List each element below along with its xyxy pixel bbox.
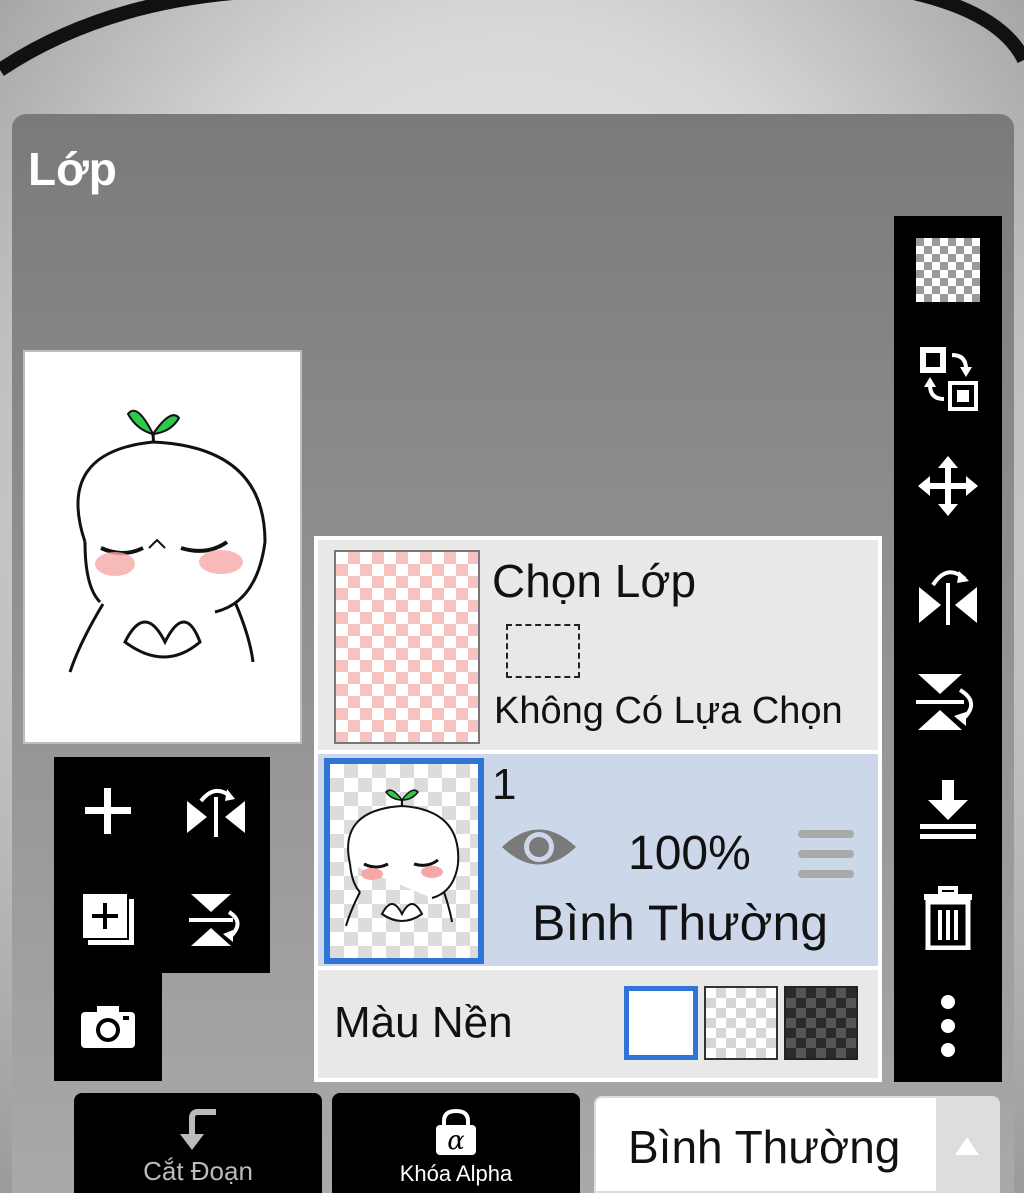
camera-button[interactable]	[54, 973, 162, 1081]
transparency-icon	[916, 238, 980, 302]
layer-thumbnail[interactable]	[324, 758, 484, 964]
background-color-row: Màu Nền	[318, 970, 878, 1078]
add-special-layer-icon	[81, 892, 134, 945]
background-dark-swatch[interactable]	[784, 986, 858, 1060]
flip-horizontal-button[interactable]	[162, 757, 270, 865]
blend-mode-value: Bình Thường	[628, 1121, 901, 1173]
layer-blend-mode: Bình Thường	[532, 895, 829, 951]
layer-row[interactable]: 1 100% Bình Thường	[318, 754, 878, 966]
background-transparent-swatch[interactable]	[704, 986, 778, 1060]
merge-down-button[interactable]	[894, 756, 1002, 864]
layer-number: 1	[492, 760, 517, 809]
layers-dialog: Lớp Chọn Lớp Không Có Lựa Chọn 1 100% Bì…	[12, 114, 1014, 1193]
flip-horizontal-button-right[interactable]	[894, 540, 1002, 648]
dropdown-arrow-icon[interactable]	[936, 1098, 998, 1193]
add-layer-button[interactable]	[54, 757, 162, 865]
blend-mode-dropdown[interactable]: Bình Thường	[594, 1096, 1000, 1193]
drag-handle-icon[interactable]	[798, 830, 854, 885]
flip-vertical-icon	[916, 674, 973, 730]
swap-layer-icon	[920, 347, 978, 411]
swap-layer-button[interactable]	[894, 324, 1002, 432]
alpha-lock-label: Khóa Alpha	[399, 1161, 513, 1186]
plus-icon	[85, 788, 131, 834]
layer-list: Chọn Lớp Không Có Lựa Chọn 1 100% Bình T…	[314, 536, 882, 1082]
trash-icon	[924, 886, 972, 950]
camera-tool-panel	[54, 973, 162, 1081]
flip-vertical-icon	[189, 894, 240, 946]
add-special-layer-button[interactable]	[54, 865, 162, 973]
more-icon	[941, 995, 955, 1057]
background-white-swatch[interactable]	[624, 986, 698, 1060]
flip-vertical-button-right[interactable]	[894, 648, 1002, 756]
merge-down-icon	[920, 780, 976, 839]
selection-thumbnail	[334, 550, 480, 744]
flip-horizontal-icon	[187, 789, 245, 837]
layer-actions-toolbar	[894, 216, 1002, 1082]
clipping-label: Cắt Đoạn	[143, 1156, 253, 1186]
layer-opacity[interactable]: 100%	[628, 826, 751, 881]
svg-text:α: α	[447, 1126, 465, 1156]
selection-status: Không Có Lựa Chọn	[494, 690, 843, 732]
camera-icon	[81, 1006, 135, 1048]
dialog-title: Lớp	[28, 143, 117, 195]
layer-thumbnail-drawing	[345, 789, 460, 927]
selection-marquee-icon	[506, 624, 580, 678]
layer-tools-panel	[54, 757, 270, 973]
layer-visibility-toggle[interactable]	[500, 822, 578, 877]
flip-vertical-button[interactable]	[162, 865, 270, 973]
flip-horizontal-icon	[919, 570, 977, 625]
character-drawing	[68, 409, 267, 673]
move-button[interactable]	[894, 432, 1002, 540]
transparency-button[interactable]	[894, 216, 1002, 324]
eye-icon	[502, 829, 576, 865]
canvas-preview[interactable]	[23, 350, 302, 744]
move-icon	[918, 456, 978, 516]
delete-layer-button[interactable]	[894, 864, 1002, 972]
selection-title: Chọn Lớp	[492, 555, 697, 607]
clipping-arrow-icon	[180, 1109, 216, 1150]
more-options-button[interactable]	[894, 972, 1002, 1080]
clipping-button[interactable]: Cắt Đoạn	[74, 1093, 322, 1193]
background-color-label: Màu Nền	[334, 998, 513, 1047]
lock-icon: α	[436, 1109, 476, 1156]
alpha-lock-button[interactable]: α Khóa Alpha	[332, 1093, 580, 1193]
selection-layer-row[interactable]: Chọn Lớp Không Có Lựa Chọn	[318, 540, 878, 750]
